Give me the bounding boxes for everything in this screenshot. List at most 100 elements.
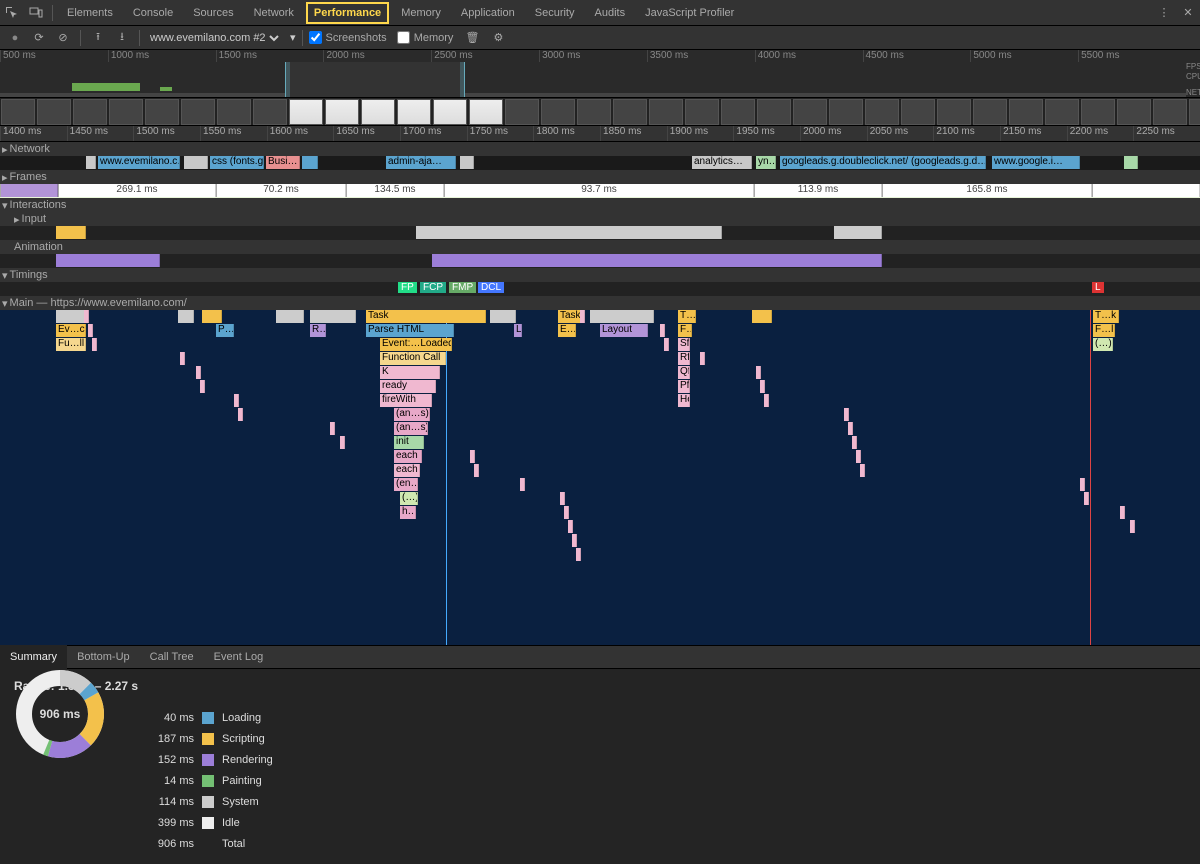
- screenshot-thumb[interactable]: [901, 99, 935, 125]
- tab-memory[interactable]: Memory: [391, 0, 451, 26]
- session-select[interactable]: www.evemilano.com #2: [146, 31, 282, 45]
- kebab-icon[interactable]: ⋮: [1152, 1, 1176, 25]
- flame-entry[interactable]: [234, 394, 239, 407]
- screenshot-thumb[interactable]: [1153, 99, 1187, 125]
- flame-entry[interactable]: [844, 408, 849, 421]
- screenshot-thumb[interactable]: [505, 99, 539, 125]
- flame-entry[interactable]: [852, 436, 857, 449]
- settings-icon[interactable]: ⚙: [487, 27, 509, 49]
- flame-entry[interactable]: Pf: [678, 380, 690, 393]
- screenshot-thumb[interactable]: [1, 99, 35, 125]
- overview-strip[interactable]: 500 ms1000 ms1500 ms2000 ms2500 ms3000 m…: [0, 50, 1200, 98]
- network-row[interactable]: www.evemilano.c…css (fonts.g…Busi…admin-…: [0, 156, 1200, 170]
- flame-entry[interactable]: h…: [400, 506, 416, 519]
- screenshot-thumb[interactable]: [325, 99, 359, 125]
- screenshot-thumb[interactable]: [685, 99, 719, 125]
- screenshot-thumb[interactable]: [1189, 99, 1200, 125]
- flame-entry[interactable]: Task: [558, 310, 582, 323]
- screenshot-thumb[interactable]: [937, 99, 971, 125]
- flame-entry[interactable]: L…: [514, 324, 522, 337]
- flame-entry[interactable]: Function Call: [380, 352, 446, 365]
- screenshot-thumb[interactable]: [793, 99, 827, 125]
- flame-entry[interactable]: Rf: [678, 352, 690, 365]
- input-row-header[interactable]: ▸Input: [0, 212, 1200, 226]
- input-event[interactable]: [834, 226, 882, 239]
- flame-entry[interactable]: [92, 338, 97, 351]
- flame-entry[interactable]: [200, 380, 205, 393]
- input-row[interactable]: [0, 226, 1200, 240]
- flame-entry[interactable]: [238, 408, 243, 421]
- details-tab-call-tree[interactable]: Call Tree: [140, 645, 204, 669]
- flame-entry[interactable]: He: [678, 394, 690, 407]
- load-icon[interactable]: ⭱: [87, 27, 109, 49]
- flame-entry[interactable]: [752, 310, 772, 323]
- screenshot-thumb[interactable]: [217, 99, 251, 125]
- flame-entry[interactable]: [760, 380, 765, 393]
- screenshot-thumb[interactable]: [181, 99, 215, 125]
- frame[interactable]: 165.8 ms: [882, 184, 1092, 197]
- flame-entry[interactable]: [330, 422, 335, 435]
- flame-entry[interactable]: Task: [366, 310, 486, 323]
- flame-entry[interactable]: [856, 450, 861, 463]
- screenshot-thumb[interactable]: [757, 99, 791, 125]
- flame-entry[interactable]: Task: [590, 310, 654, 323]
- screenshot-thumb[interactable]: [109, 99, 143, 125]
- flame-entry[interactable]: [1080, 478, 1085, 491]
- network-request[interactable]: css (fonts.g…: [210, 156, 264, 169]
- screenshot-thumb[interactable]: [541, 99, 575, 125]
- input-event[interactable]: [416, 226, 722, 239]
- network-request[interactable]: yn…: [756, 156, 776, 169]
- reload-icon[interactable]: ⟳: [28, 27, 50, 49]
- details-tab-bottom-up[interactable]: Bottom-Up: [67, 645, 140, 669]
- network-request[interactable]: www.evemilano.c…: [98, 156, 180, 169]
- flame-entry[interactable]: [470, 450, 475, 463]
- flame-entry[interactable]: [84, 310, 89, 323]
- network-request[interactable]: [1124, 156, 1138, 169]
- timing-fp[interactable]: FP: [398, 282, 417, 293]
- flame-entry[interactable]: Qf: [678, 366, 690, 379]
- flame-entry[interactable]: Ev…ck: [56, 324, 86, 337]
- flame-entry[interactable]: E…t: [558, 324, 576, 337]
- tab-network[interactable]: Network: [244, 0, 304, 26]
- animation-event[interactable]: [56, 254, 160, 267]
- network-row-header[interactable]: ▸Network: [0, 142, 1200, 156]
- screenshot-thumb[interactable]: [649, 99, 683, 125]
- timings-row-header[interactable]: ▾Timings: [0, 268, 1200, 282]
- flame-entry[interactable]: [568, 520, 573, 533]
- tab-elements[interactable]: Elements: [57, 0, 123, 26]
- screenshot-thumb[interactable]: [361, 99, 395, 125]
- flame-entry[interactable]: F…l: [678, 324, 692, 337]
- flame-entry[interactable]: [564, 506, 569, 519]
- frame[interactable]: 70.2 ms: [216, 184, 346, 197]
- flame-entry[interactable]: [474, 464, 479, 477]
- flame-entry[interactable]: [580, 310, 585, 323]
- tab-application[interactable]: Application: [451, 0, 525, 26]
- flame-entry[interactable]: Event:…Loaded: [380, 338, 452, 351]
- flame-entry[interactable]: T…: [678, 310, 696, 323]
- flame-entry[interactable]: T…k: [178, 310, 194, 323]
- save-icon[interactable]: ⭳: [111, 27, 133, 49]
- network-request[interactable]: [460, 156, 474, 169]
- flame-entry[interactable]: P…: [216, 324, 234, 337]
- main-row-header[interactable]: ▾Main — https://www.evemilano.com/: [0, 296, 1200, 310]
- flame-entry[interactable]: Layout: [600, 324, 648, 337]
- network-request[interactable]: [184, 156, 208, 169]
- overview-selection[interactable]: [285, 62, 465, 97]
- frame[interactable]: 269.1 ms: [58, 184, 216, 197]
- memory-toggle[interactable]: Memory: [397, 31, 454, 44]
- flame-entry[interactable]: Task: [276, 310, 304, 323]
- flame-entry[interactable]: each: [394, 450, 422, 463]
- details-tab-summary[interactable]: Summary: [0, 645, 67, 669]
- flame-entry[interactable]: [660, 324, 665, 337]
- screenshot-thumb[interactable]: [1009, 99, 1043, 125]
- flame-entry[interactable]: [560, 492, 565, 505]
- network-request[interactable]: [86, 156, 96, 169]
- flame-entry[interactable]: ready: [380, 380, 436, 393]
- flame-entry[interactable]: [664, 338, 669, 351]
- flame-entry[interactable]: (an…s): [394, 408, 430, 421]
- flame-entry[interactable]: F…l: [1093, 324, 1115, 337]
- screenshot-thumb[interactable]: [865, 99, 899, 125]
- input-event[interactable]: [56, 226, 86, 239]
- tab-performance[interactable]: Performance: [304, 0, 391, 26]
- screenshot-thumb[interactable]: [577, 99, 611, 125]
